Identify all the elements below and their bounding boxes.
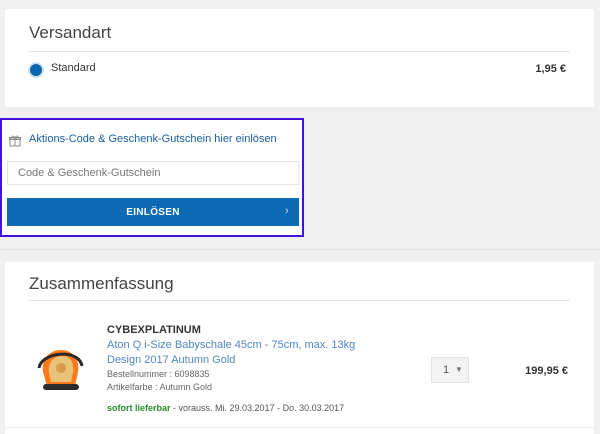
redeem-button-label: EINLÖSEN: [126, 206, 180, 218]
summary-title: Zusammenfassung: [29, 274, 174, 293]
quantity-value: 1: [443, 364, 450, 376]
voucher-toggle-link[interactable]: Aktions-Code & Geschenk-Gutschein hier e…: [29, 133, 277, 145]
gift-icon: [9, 135, 21, 147]
order-summary-card: Zusammenfassung CYBEXPLATINUM Aton Q i-S…: [5, 262, 594, 434]
chevron-right-icon: ›: [285, 205, 289, 217]
product-order-number: Bestellnummer : 6098835: [107, 369, 210, 379]
redeem-button[interactable]: EINLÖSEN ›: [7, 198, 299, 226]
shipping-standard-radio[interactable]: [30, 64, 42, 76]
product-name-link[interactable]: Aton Q i-Size Babyschale 45cm - 75cm, ma…: [107, 338, 367, 368]
availability-detail: - vorauss. Mi. 29.03.2017 - Do. 30.03.20…: [170, 403, 345, 413]
product-image[interactable]: [35, 342, 85, 394]
voucher-section: Aktions-Code & Geschenk-Gutschein hier e…: [0, 118, 304, 237]
quantity-select[interactable]: 1 ▼: [431, 357, 469, 383]
shipping-method-card: Versandart Standard 1,95 €: [5, 9, 594, 107]
product-brand: CYBEXPLATINUM: [107, 324, 201, 336]
availability-status: sofort lieferbar: [107, 403, 171, 413]
section-divider: [0, 249, 600, 250]
shipping-title: Versandart: [29, 23, 112, 42]
shipping-option-price: 1,95 €: [535, 63, 566, 75]
product-color: Artikelfarbe : Autumn Gold: [107, 382, 213, 392]
shipping-option-label[interactable]: Standard: [51, 62, 96, 74]
chevron-down-icon: ▼: [455, 365, 463, 374]
divider: [29, 51, 570, 52]
product-price: 199,95 €: [525, 365, 568, 377]
voucher-code-input[interactable]: [7, 161, 299, 185]
divider: [5, 427, 594, 428]
product-name-line2[interactable]: Design 2017 Autumn Gold: [107, 353, 367, 368]
availability-info: sofort lieferbar - vorauss. Mi. 29.03.20…: [107, 403, 344, 413]
product-name-line1[interactable]: Aton Q i-Size Babyschale 45cm - 75cm, ma…: [107, 338, 367, 353]
divider: [29, 300, 570, 301]
